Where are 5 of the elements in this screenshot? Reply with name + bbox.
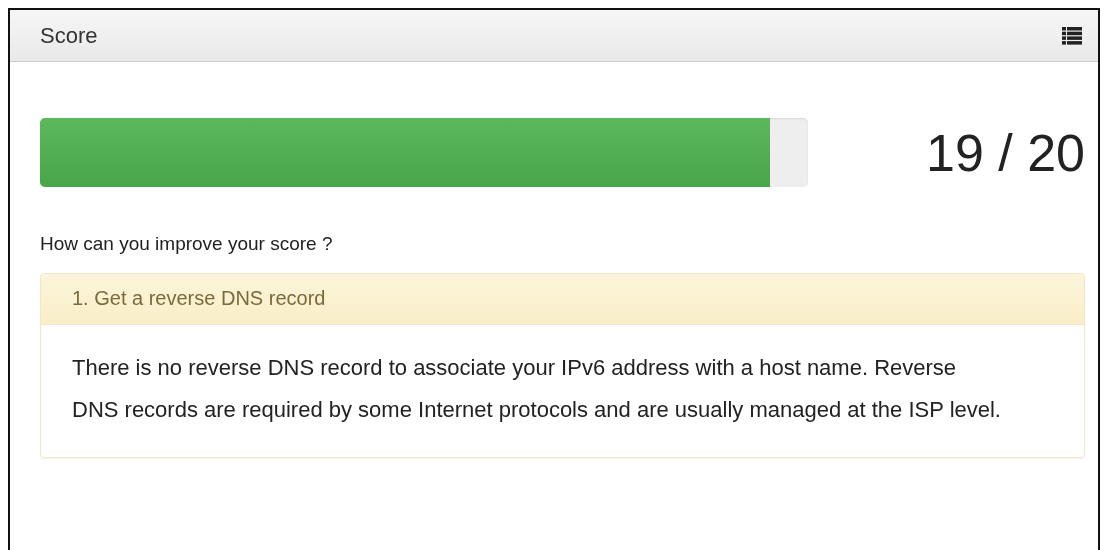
tip-text: There is no reverse DNS record to associate your IPv6 address with a host name. Reverse DNS records are required by some Internet protocols and are usually managed at the ISP level.	[72, 354, 1002, 424]
score-reading: 19 / 20	[925, 122, 1085, 183]
improve-question: How can you improve your score ?	[40, 233, 334, 255]
tip-title: 1. Get a reverse DNS record	[72, 287, 326, 309]
panel-title: Score	[40, 22, 98, 49]
